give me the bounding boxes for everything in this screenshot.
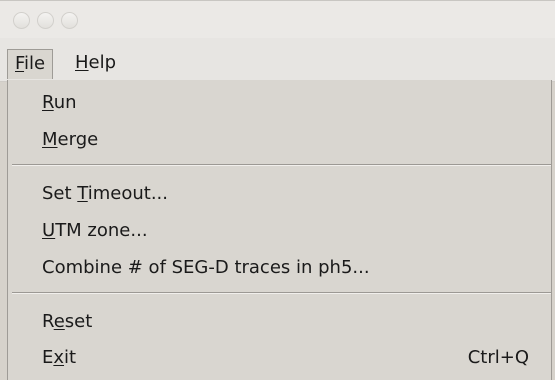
menu-item-set-timeout[interactable]: Set Timeout...	[8, 176, 551, 212]
menu-file-label: ile	[24, 53, 46, 74]
window-titlebar	[0, 0, 555, 38]
menu-item-combine-segd[interactable]: Combine # of SEG-D traces in ph5...	[8, 250, 551, 286]
menu-item-exit[interactable]: Exit Ctrl+Q	[8, 340, 551, 376]
menu-item-run-mnemonic: R	[42, 92, 54, 113]
menu-item-run[interactable]: Run	[8, 85, 551, 121]
menu-item-set-timeout-mnemonic: T	[77, 183, 88, 204]
menu-item-merge-mnemonic: M	[42, 129, 58, 150]
menu-file-mnemonic: F	[15, 53, 25, 74]
menu-item-utm-zone[interactable]: UTM zone...	[8, 213, 551, 249]
menu-item-run-label: un	[53, 92, 77, 113]
menu-bar: File Help	[0, 38, 555, 82]
menu-item-reset-mnemonic: e	[53, 311, 65, 332]
menu-item-utm-zone-label: TM zone...	[55, 220, 148, 241]
menu-item-exit-pre: E	[42, 347, 54, 368]
menu-separator	[12, 164, 551, 166]
menu-item-reset-label: set	[64, 311, 93, 332]
menu-item-set-timeout-label: imeout...	[87, 183, 168, 204]
window-close-button[interactable]	[13, 12, 30, 29]
menu-item-exit-label: it	[64, 347, 77, 368]
menu-separator	[12, 292, 551, 294]
menu-item-utm-zone-mnemonic: U	[42, 220, 56, 241]
menu-item-merge[interactable]: Merge	[8, 122, 551, 158]
menu-item-reset-pre: R	[42, 311, 54, 332]
menu-item-exit-shortcut: Ctrl+Q	[467, 347, 529, 368]
window-minimize-button[interactable]	[37, 12, 54, 29]
menu-help-mnemonic: H	[75, 52, 89, 73]
menu-help[interactable]: Help	[68, 49, 123, 77]
menu-help-label: elp	[88, 52, 117, 73]
menu-item-exit-mnemonic: x	[53, 347, 65, 368]
file-menu-dropdown: Run Merge Set Timeout... UTM zone... Com…	[7, 80, 552, 380]
menu-item-combine-segd-label: Combine # of SEG-D traces in ph5...	[42, 257, 370, 278]
menu-item-merge-label: erge	[57, 129, 99, 150]
menu-item-set-timeout-pre: Set	[42, 183, 78, 204]
menu-item-reset[interactable]: Reset	[8, 304, 551, 340]
menu-file[interactable]: File	[7, 49, 54, 79]
window-maximize-button[interactable]	[61, 12, 78, 29]
